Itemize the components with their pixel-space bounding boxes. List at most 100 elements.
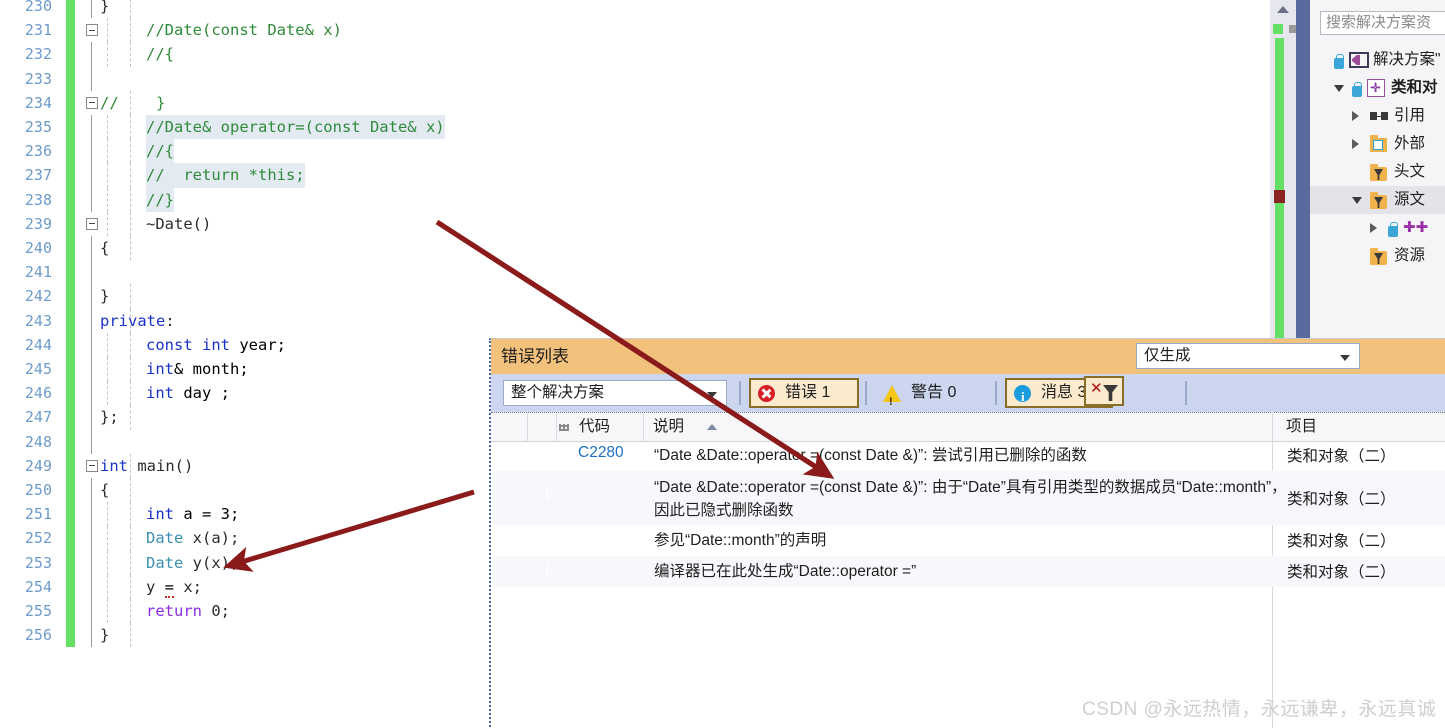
- solution-tree-item[interactable]: 头文: [1310, 158, 1445, 186]
- change-indicator: [66, 550, 75, 575]
- code-text: }: [100, 0, 110, 15]
- solution-tree-item[interactable]: 外部: [1310, 130, 1445, 158]
- error-code[interactable]: C2280: [578, 444, 624, 462]
- csdn-watermark: CSDN @永远热情，永远谦卑，永远真诚: [1082, 699, 1437, 720]
- solution-tree-item[interactable]: 解决方案": [1310, 46, 1445, 74]
- code-line[interactable]: 231 //Date(const Date& x): [0, 18, 1270, 43]
- line-number: 256: [24, 626, 52, 645]
- indent-guide: [107, 332, 108, 357]
- fold-toggle-icon[interactable]: [86, 24, 98, 37]
- code-line[interactable]: 234 // }: [0, 90, 1270, 115]
- info-icon: [1014, 384, 1031, 410]
- solution-tree-item[interactable]: 资源: [1310, 242, 1445, 270]
- tool-window-divider: [1296, 0, 1310, 370]
- change-indicator: [66, 139, 75, 164]
- indent-guide: [130, 0, 131, 19]
- error-list-row[interactable]: “Date &Date::operator =(const Date &)”: …: [492, 471, 1445, 525]
- code-text: int a = 3;: [146, 505, 240, 524]
- line-number: 237: [24, 166, 52, 185]
- solution-search-input[interactable]: 搜索解决方案资: [1320, 11, 1445, 35]
- indent-guide: [107, 139, 108, 164]
- column-header-code[interactable]: 代码: [579, 413, 610, 441]
- change-indicator: [66, 599, 75, 624]
- toolbar-separator: [995, 381, 997, 405]
- filter-funnel-icon: [1374, 253, 1383, 264]
- fold-toggle-icon[interactable]: [86, 459, 98, 472]
- build-filter-dropdown[interactable]: 仅生成: [1136, 343, 1360, 369]
- header-files-folder-icon: [1370, 164, 1387, 181]
- line-number: 252: [24, 529, 52, 548]
- code-line[interactable]: 236 //{: [0, 139, 1270, 164]
- indent-guide: [107, 42, 108, 67]
- change-indicator: [66, 453, 75, 478]
- chevron-right-icon[interactable]: [1352, 139, 1359, 149]
- indent-guide: [130, 574, 131, 599]
- fold-toggle-icon[interactable]: [86, 217, 98, 230]
- solution-tree-item[interactable]: 引用: [1310, 102, 1445, 130]
- error-list-row[interactable]: 编译器已在此处生成“Date::operator =” 类和对象（二）: [492, 556, 1445, 587]
- column-header-drag-handle[interactable]: [559, 413, 575, 441]
- change-indicator: [66, 187, 75, 212]
- line-number: 241: [24, 263, 52, 282]
- scroll-up-arrow-icon[interactable]: [1277, 6, 1289, 13]
- code-line[interactable]: 235 //Date& operator=(const Date& x): [0, 115, 1270, 140]
- code-line[interactable]: 230}: [0, 0, 1270, 19]
- solution-tree-item[interactable]: 源文: [1310, 186, 1445, 214]
- indent-guide: [107, 599, 108, 624]
- code-line[interactable]: 242}: [0, 284, 1270, 309]
- indent-guide: [130, 163, 131, 188]
- errors-toggle-button[interactable]: 错误 1: [749, 378, 859, 408]
- error-list-toolbar[interactable]: 整个解决方案 错误 1 警告 0 消息 3: [491, 374, 1445, 415]
- code-line[interactable]: 239 ~Date(): [0, 211, 1270, 236]
- line-number: 242: [24, 287, 52, 306]
- warnings-toggle-button[interactable]: 警告 0: [875, 378, 989, 415]
- solution-tree-item[interactable]: ✚✚: [1310, 214, 1445, 242]
- visual-studio-solution-icon: [1349, 52, 1369, 68]
- error-list-row[interactable]: 参见“Date::month”的声明 类和对象（二）: [492, 525, 1445, 556]
- clear-icon: ✕: [1090, 380, 1103, 397]
- indent-guide: [130, 526, 131, 551]
- filter-funnel-icon: [1374, 169, 1383, 180]
- cpp-file-icon: ✚✚: [1403, 219, 1429, 236]
- change-indicator: [66, 526, 75, 551]
- solution-explorer-panel[interactable]: 搜索解决方案资 解决方案" ✛ 类和对引用外部头文源文 ✚✚ 资源: [1310, 0, 1445, 370]
- chevron-right-icon[interactable]: [1352, 111, 1359, 121]
- indent-guide: [107, 187, 108, 212]
- change-indicator: [66, 574, 75, 599]
- toolbar-separator: [865, 381, 867, 405]
- error-marker[interactable]: [1274, 190, 1285, 203]
- column-header-project[interactable]: 项目: [1286, 413, 1317, 441]
- code-line[interactable]: 241: [0, 260, 1270, 285]
- scope-filter-dropdown[interactable]: 整个解决方案: [503, 380, 727, 406]
- error-list-panel[interactable]: 错误列表 整个解决方案 错误 1 警告 0 消息 3: [489, 338, 1445, 728]
- external-dependencies-folder-icon: [1370, 135, 1387, 152]
- fold-guide-line: [91, 187, 92, 212]
- indent-guide: [130, 502, 131, 527]
- fold-toggle-icon[interactable]: [86, 96, 98, 109]
- error-list-row[interactable]: C2280 “Date &Date::operator =(const Date …: [492, 440, 1445, 471]
- code-line[interactable]: 232 //{: [0, 42, 1270, 67]
- chevron-down-icon: [707, 392, 717, 398]
- fold-guide-line: [91, 115, 92, 140]
- chevron-right-icon[interactable]: [1370, 223, 1377, 233]
- code-line[interactable]: 240 {: [0, 236, 1270, 261]
- code-text: y = x;: [146, 577, 203, 598]
- code-line[interactable]: 237 // return *this;: [0, 163, 1270, 188]
- code-line[interactable]: 238 //}: [0, 187, 1270, 212]
- code-line[interactable]: 243 private:: [0, 308, 1270, 333]
- fold-guide-line: [91, 163, 92, 188]
- change-indicator: [66, 115, 75, 140]
- code-line[interactable]: 233: [0, 66, 1270, 91]
- solution-tree-item-label: 外部: [1394, 135, 1426, 152]
- line-number: 234: [24, 93, 52, 112]
- solution-tree-item[interactable]: ✛ 类和对: [1310, 74, 1445, 102]
- error-list-column-headers[interactable]: 代码 说明 项目: [491, 412, 1445, 442]
- line-number: 249: [24, 456, 52, 475]
- column-header-description[interactable]: 说明: [653, 413, 684, 441]
- fold-guide-line: [91, 599, 92, 624]
- chevron-down-icon[interactable]: [1334, 85, 1344, 92]
- clear-filter-button[interactable]: ✕: [1084, 376, 1124, 406]
- fold-guide-line: [91, 574, 92, 599]
- indent-guide: [130, 623, 131, 648]
- chevron-down-icon[interactable]: [1352, 197, 1362, 204]
